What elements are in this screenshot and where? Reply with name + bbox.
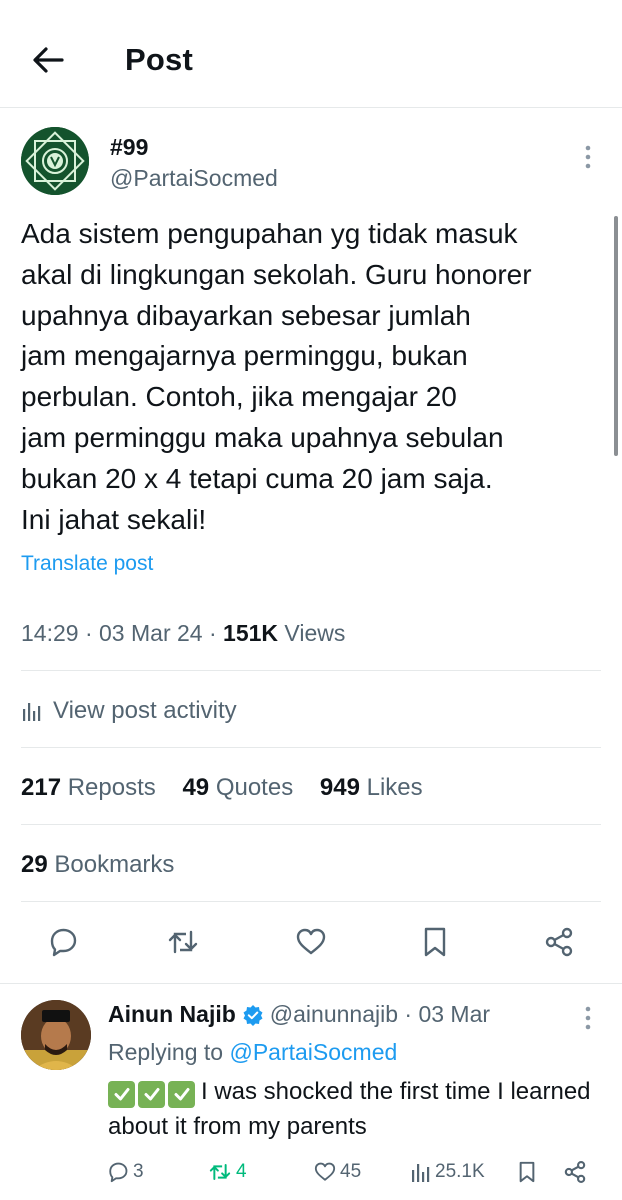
verified-badge-icon <box>243 1004 263 1026</box>
divider <box>21 747 601 748</box>
heart-icon <box>314 1162 336 1181</box>
reply-share-button[interactable] <box>562 1158 591 1186</box>
bookmark-icon <box>519 1161 535 1183</box>
reposts-count: 217 <box>21 774 62 801</box>
repost-button[interactable] <box>166 925 200 959</box>
reply-like-button[interactable]: 45 <box>313 1158 361 1186</box>
quotes-stat[interactable]: 49 Quotes <box>182 774 293 801</box>
reply-author-handle[interactable]: @ainunnajib <box>270 1001 398 1028</box>
bookmarks-label: Bookmarks <box>54 851 175 878</box>
like-button[interactable] <box>294 925 328 959</box>
back-button[interactable] <box>28 40 68 80</box>
likes-stat[interactable]: 949 Likes <box>320 774 423 801</box>
heart-icon <box>296 928 326 955</box>
divider <box>21 670 601 671</box>
reply-bookmark-button[interactable] <box>515 1158 542 1186</box>
post-actions <box>0 925 622 961</box>
bookmarks-count: 29 <box>21 851 48 878</box>
more-vertical-icon <box>585 145 591 169</box>
reply-views-count: 25.1K <box>435 1161 485 1182</box>
reply-date[interactable]: 03 Mar <box>418 1001 490 1028</box>
views-count: 151K <box>223 620 279 646</box>
reply-reply-button[interactable]: 3 <box>106 1158 144 1186</box>
repost-icon <box>209 1163 231 1181</box>
more-vertical-icon <box>585 1006 591 1030</box>
quotes-label: Quotes <box>215 774 294 801</box>
comment-icon <box>50 928 77 957</box>
check-emojis <box>108 1080 195 1108</box>
post-text-line: upahnya dibayarkan sebesar jumlah <box>21 299 471 331</box>
reply-author-name[interactable]: Ainun Najib <box>108 1001 236 1028</box>
engagement-stats: 217 Reposts 49 Quotes 949 Likes <box>21 774 423 802</box>
bookmarks-stat[interactable]: 29 Bookmarks <box>21 851 174 879</box>
analytics-icon <box>23 703 41 721</box>
share-button[interactable] <box>542 925 576 959</box>
share-icon <box>564 1160 586 1184</box>
author-handle[interactable]: @PartaiSocmed <box>110 165 278 192</box>
check-mark-icon <box>168 1080 195 1108</box>
post-text-line: Ini jahat sekali! <box>21 503 207 535</box>
post-text-line: jam perminggu maka upahnya sebulan <box>21 421 504 453</box>
author-name[interactable]: #99 <box>110 134 148 161</box>
post-meta: 14:29 · 03 Mar 24 · 151K Views <box>21 620 346 646</box>
divider <box>0 983 622 984</box>
quotes-count: 49 <box>182 774 210 801</box>
avatar-photo-icon <box>21 1000 91 1070</box>
check-mark-icon <box>108 1080 135 1108</box>
reply-reposts-count: 4 <box>236 1161 247 1182</box>
post-text-line: Ada sistem pengupahan yg tidak masuk <box>21 218 518 249</box>
share-icon <box>545 927 573 957</box>
post-date: 03 Mar 24 <box>99 620 203 646</box>
post-text-line: bukan 20 x 4 tetapi cuma 20 jam saja. <box>21 462 493 494</box>
arrow-left-icon <box>33 47 64 73</box>
replying-prefix: Replying to <box>108 1039 224 1065</box>
comment-icon <box>109 1162 128 1183</box>
replying-mention-link[interactable]: @PartaiSocmed <box>229 1039 397 1065</box>
reply-replies-count: 3 <box>133 1161 144 1182</box>
top-bar: Post <box>0 0 622 108</box>
reposts-label: Reposts <box>67 774 156 801</box>
page-title: Post <box>125 42 193 77</box>
post-text-line: jam mengajarnya perminggu, bukan <box>21 340 468 372</box>
reply-actions: 3 4 45 25.1K <box>0 1158 622 1186</box>
repost-icon <box>168 930 198 954</box>
reply-likes-count: 45 <box>340 1161 362 1182</box>
replying-to: Replying to @PartaiSocmed <box>108 1039 397 1066</box>
likes-count: 949 <box>319 774 360 801</box>
post-time: 14:29 <box>21 620 79 646</box>
scrollbar[interactable] <box>614 216 618 456</box>
reply-button[interactable] <box>46 925 80 959</box>
reply-views-button[interactable]: 25.1K <box>410 1158 485 1186</box>
bookmark-icon <box>424 927 446 957</box>
check-mark-icon <box>138 1080 165 1108</box>
views-label: Views <box>284 620 346 646</box>
bookmark-button[interactable] <box>418 925 452 959</box>
translate-post-link[interactable]: Translate post <box>21 552 153 576</box>
analytics-icon <box>412 1164 430 1182</box>
more-options-button[interactable] <box>578 142 598 172</box>
post-text-line: perbulan. Contoh, jika mengajar 20 <box>21 381 457 413</box>
reply-avatar[interactable] <box>21 1000 91 1070</box>
reposts-stat[interactable]: 217 Reposts <box>21 774 156 801</box>
reply-repost-button[interactable]: 4 <box>207 1158 247 1186</box>
post-text-line: akal di lingkungan sekolah. Guru honorer <box>21 258 532 290</box>
reply-more-options-button[interactable] <box>578 1003 598 1033</box>
divider <box>21 901 601 902</box>
divider <box>21 824 601 825</box>
post-text: Ada sistem pengupahan yg tidak masuk aka… <box>21 214 606 540</box>
activity-label: View post activity <box>53 697 237 724</box>
reply-header: Ainun Najib @ainunnajib · 03 Mar <box>108 1001 491 1028</box>
view-post-activity-button[interactable]: View post activity <box>21 697 237 725</box>
party-emblem-icon <box>21 127 89 195</box>
likes-label: Likes <box>366 774 423 801</box>
reply-text: I was shocked the first time I learned a… <box>108 1074 608 1144</box>
avatar[interactable] <box>21 127 89 195</box>
